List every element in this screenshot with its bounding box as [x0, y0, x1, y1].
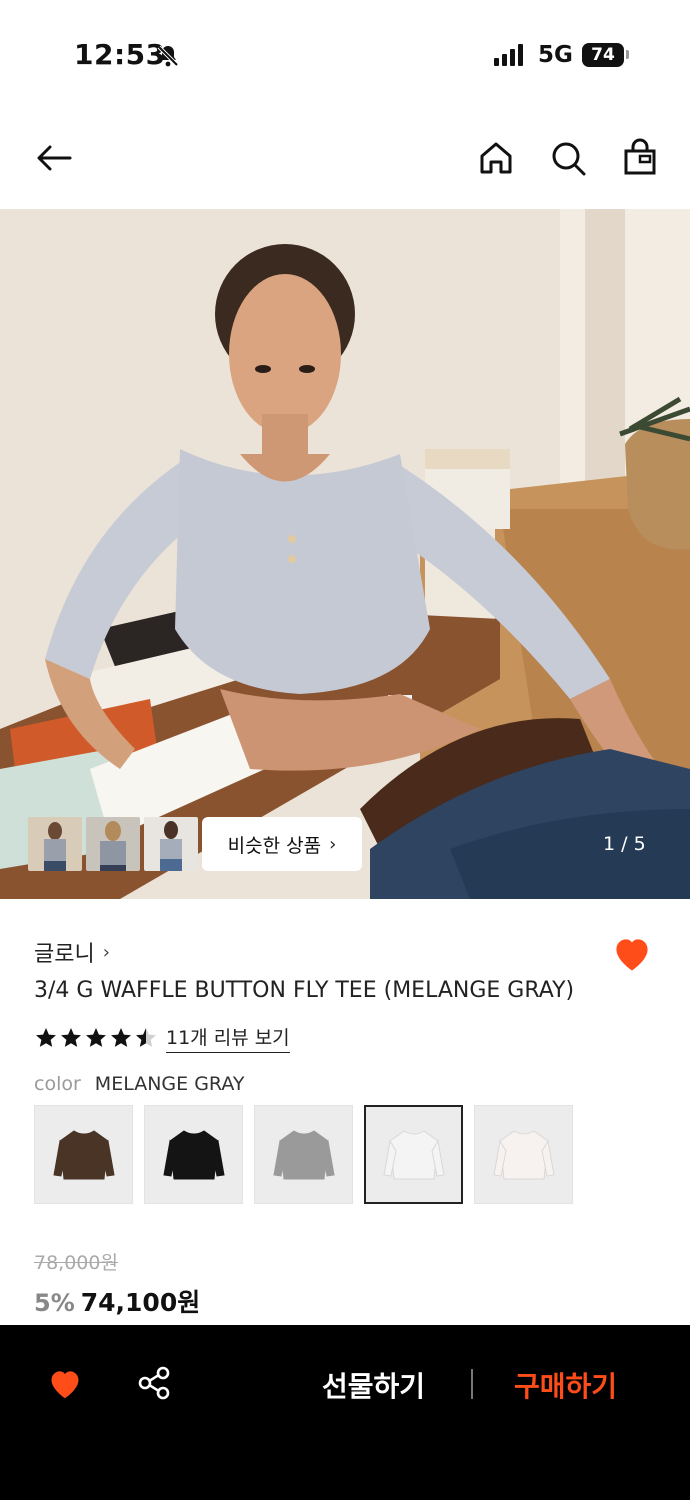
rating-row: 11개 리뷰 보기 [34, 1023, 290, 1053]
like-heart-icon[interactable] [46, 1365, 84, 1403]
review-link[interactable]: 11개 리뷰 보기 [166, 1023, 290, 1053]
discount-rate: 5% [34, 1289, 75, 1317]
similar-products-button[interactable]: 비슷한 상품 › [202, 817, 362, 871]
gift-button[interactable]: 선물하기 [322, 1365, 425, 1405]
thumbnail-strip [28, 817, 198, 871]
color-swatch[interactable] [474, 1105, 573, 1204]
sale-price: 74,100원 [80, 1288, 201, 1317]
product-image-gallery[interactable]: 비슷한 상품 › 1 / 5 [0, 209, 690, 899]
bell-slash-icon [157, 45, 179, 67]
battery-indicator: 74 [582, 43, 624, 67]
brand-link[interactable]: 글로니 › [34, 936, 110, 968]
chevron-right-icon: › [329, 833, 337, 855]
network-label: 5G [538, 42, 573, 68]
wishlist-heart-icon[interactable] [610, 932, 654, 976]
signal-icon [494, 44, 523, 66]
color-row: color MELANGE GRAY [34, 1073, 244, 1095]
product-title: 3/4 G WAFFLE BUTTON FLY TEE (MELANGE GRA… [34, 978, 575, 1003]
star-icon [136, 1028, 156, 1047]
buy-button[interactable]: 구매하기 [514, 1365, 617, 1405]
color-label: color [34, 1073, 81, 1095]
color-value: MELANGE GRAY [94, 1073, 245, 1095]
tshirt-icon [52, 1129, 115, 1179]
original-price: 78,000원 [34, 1252, 118, 1274]
similar-products-label: 비슷한 상품 [227, 834, 322, 857]
thumbnail-2[interactable] [86, 817, 140, 871]
color-swatch[interactable] [144, 1105, 243, 1204]
thumbnail-3[interactable] [144, 817, 198, 871]
star-icon [86, 1028, 106, 1047]
back-arrow-icon[interactable] [34, 138, 74, 178]
color-swatch[interactable] [254, 1105, 353, 1204]
home-icon[interactable] [476, 138, 516, 178]
chevron-right-icon: › [102, 941, 110, 963]
color-swatch[interactable] [34, 1105, 133, 1204]
star-icon [36, 1028, 56, 1047]
divider [471, 1369, 473, 1399]
product-photo [0, 209, 690, 899]
status-bar: 12:53 5G 74 [0, 0, 690, 110]
search-icon[interactable] [548, 138, 588, 178]
page-indicator: 1 / 5 [603, 833, 646, 855]
bottom-action-bar: 선물하기 구매하기 [0, 1325, 690, 1500]
tshirt-icon [382, 1129, 445, 1179]
star-icon [111, 1028, 131, 1047]
star-icon [61, 1028, 81, 1047]
status-time: 12:53 [74, 38, 166, 71]
shopping-bag-icon[interactable] [620, 138, 660, 178]
tshirt-icon [272, 1129, 335, 1179]
color-swatch[interactable] [364, 1105, 463, 1204]
share-icon[interactable] [136, 1365, 172, 1401]
color-swatch-list [34, 1105, 573, 1204]
battery-tip [626, 50, 629, 59]
brand-name: 글로니 [34, 942, 95, 967]
thumbnail-1[interactable] [28, 817, 82, 871]
tshirt-icon [492, 1129, 555, 1179]
star-rating [34, 1026, 158, 1050]
price-row: 5% 74,100원 [34, 1283, 200, 1319]
tshirt-icon [162, 1129, 225, 1179]
